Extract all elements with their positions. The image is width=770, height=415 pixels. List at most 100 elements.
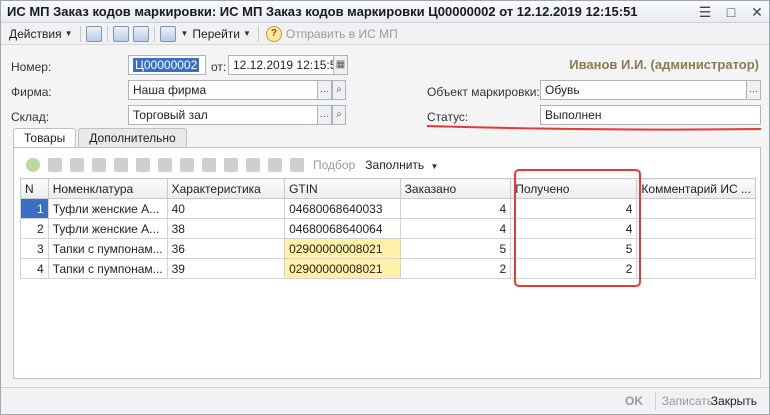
ellipsis-icon[interactable]: … xyxy=(747,80,761,100)
table-row[interactable]: 4 Тапки с пумпонам... 39 02900000008021 … xyxy=(20,258,756,279)
refresh-document-icon[interactable] xyxy=(132,25,149,42)
print-icon[interactable] xyxy=(159,25,176,42)
cell-characteristic[interactable]: 39 xyxy=(166,258,286,279)
warehouse-label: Склад: xyxy=(11,110,50,124)
close-icon[interactable]: ✕ xyxy=(749,4,765,20)
add-row-icon[interactable] xyxy=(26,158,40,172)
table-row[interactable]: 3 Тапки с пумпонам... 36 02900000008021 … xyxy=(20,238,756,259)
cell-nomenclature[interactable]: Туфли женские А... xyxy=(47,198,168,219)
delete-row-icon[interactable] xyxy=(92,158,106,172)
cell-nomenclature[interactable]: Туфли женские А... xyxy=(47,218,168,239)
actions-label: Действия xyxy=(9,26,62,41)
search-icon[interactable]: ⌕ xyxy=(332,80,346,100)
object-field[interactable]: Обувь xyxy=(540,80,747,100)
sort-desc-icon[interactable] xyxy=(202,158,216,172)
ok-button[interactable]: OK xyxy=(619,392,649,410)
document-icon[interactable] xyxy=(224,158,238,172)
chevron-down-icon: ▼ xyxy=(430,162,439,171)
cell-comment[interactable] xyxy=(636,218,756,239)
maximize-icon[interactable]: □ xyxy=(723,4,739,20)
ellipsis-icon[interactable]: … xyxy=(318,105,332,125)
tab-goods[interactable]: Товары xyxy=(13,128,77,148)
number-field[interactable]: Ц00000002 xyxy=(128,55,206,75)
column-header-characteristic[interactable]: Характеристика xyxy=(166,178,286,199)
status-field[interactable]: Выполнен xyxy=(540,105,761,125)
search-icon[interactable]: ⌕ xyxy=(332,105,346,125)
ellipsis-icon[interactable]: … xyxy=(318,80,332,100)
table-toolbar: Подбор Заполнить ▼ xyxy=(22,155,443,175)
table-row[interactable]: 1 Туфли женские А... 40 04680068640033 4… xyxy=(20,198,756,219)
cell-ordered[interactable]: 4 xyxy=(399,198,512,219)
goto-label: Перейти xyxy=(192,26,240,41)
number-value: Ц00000002 xyxy=(133,58,200,72)
edit-row-icon[interactable] xyxy=(70,158,84,172)
sort-asc-icon[interactable] xyxy=(180,158,194,172)
firm-field[interactable]: Наша фирма xyxy=(128,80,318,100)
question-icon: ? xyxy=(265,25,282,42)
menu-icon[interactable]: ☰ xyxy=(697,4,713,20)
chevron-down-icon: ▼ xyxy=(64,29,73,38)
window-controls: ☰ □ ✕ xyxy=(697,4,765,20)
document-window: ИС МП Заказ кодов маркировки: ИС МП Зака… xyxy=(0,0,770,415)
cell-n[interactable]: 4 xyxy=(20,258,49,279)
close-button[interactable]: Закрыть xyxy=(705,392,763,410)
end-edit-icon[interactable] xyxy=(114,158,128,172)
goto-menu[interactable]: Перейти ▼ xyxy=(188,24,254,44)
window-title: ИС МП Заказ кодов маркировки: ИС МП Зака… xyxy=(7,4,638,19)
object-label: Объект маркировки: xyxy=(427,85,540,99)
tab-additional[interactable]: Дополнительно xyxy=(78,128,187,148)
cell-nomenclature[interactable]: Тапки с пумпонам... xyxy=(47,258,168,279)
barcode-icon[interactable] xyxy=(290,158,304,172)
fill-button[interactable]: Заполнить ▼ xyxy=(365,158,438,172)
copy-row-icon[interactable] xyxy=(48,158,62,172)
cell-n[interactable]: 2 xyxy=(20,218,49,239)
cell-gtin[interactable]: 02900000008021 xyxy=(284,258,401,279)
cell-gtin[interactable]: 04680068640064 xyxy=(284,218,401,239)
column-header-ordered[interactable]: Заказано xyxy=(399,178,512,199)
goods-panel: Подбор Заполнить ▼ N Номенклатура Характ… xyxy=(13,147,761,379)
fill-label: Заполнить xyxy=(365,158,425,172)
print-icon[interactable] xyxy=(268,158,282,172)
table-view-icon[interactable] xyxy=(112,25,129,42)
cell-comment[interactable] xyxy=(636,198,756,219)
title-bar: ИС МП Заказ кодов маркировки: ИС МП Зака… xyxy=(1,1,769,23)
form-footer: OK Записать Закрыть xyxy=(1,387,769,413)
cell-n[interactable]: 1 xyxy=(20,198,49,219)
cell-comment[interactable] xyxy=(636,258,756,279)
cell-ordered[interactable]: 5 xyxy=(399,238,512,259)
goods-table: N Номенклатура Характеристика GTIN Заказ… xyxy=(20,178,756,279)
column-header-nomenclature[interactable]: Номенклатура xyxy=(47,178,168,199)
cell-gtin[interactable]: 04680068640033 xyxy=(284,198,401,219)
number-label: Номер: xyxy=(11,60,52,74)
date-field[interactable]: 12.12.2019 12:15:51 xyxy=(228,55,334,75)
cell-ordered[interactable]: 2 xyxy=(399,258,512,279)
cell-comment[interactable] xyxy=(636,238,756,259)
actions-menu[interactable]: Действия ▼ xyxy=(5,24,77,44)
firm-label: Фирма: xyxy=(11,85,52,99)
cell-gtin[interactable]: 02900000008021 xyxy=(284,238,401,259)
selection-button[interactable]: Подбор xyxy=(313,158,355,172)
cell-n[interactable]: 3 xyxy=(20,238,49,259)
cell-characteristic[interactable]: 38 xyxy=(166,218,286,239)
post-document-icon[interactable] xyxy=(85,25,102,42)
cell-characteristic[interactable]: 40 xyxy=(166,198,286,219)
send-label: Отправить в ИС МП xyxy=(285,26,398,41)
column-header-gtin[interactable]: GTIN xyxy=(284,178,401,199)
cell-nomenclature[interactable]: Тапки с пумпонам... xyxy=(47,238,168,259)
column-header-comment[interactable]: Комментарий ИС ... xyxy=(636,178,756,199)
send-to-is-mp-button[interactable]: ? Отправить в ИС МП xyxy=(262,24,402,44)
column-header-n[interactable]: N xyxy=(20,178,49,199)
cell-ordered[interactable]: 4 xyxy=(399,218,512,239)
chevron-down-icon[interactable]: ▼ xyxy=(181,29,189,38)
cell-characteristic[interactable]: 36 xyxy=(166,238,286,259)
red-underline-annotation xyxy=(427,125,761,131)
calendar-icon[interactable]: ▦ xyxy=(334,55,348,75)
clipboard-icon[interactable] xyxy=(246,158,260,172)
table-header-row: N Номенклатура Характеристика GTIN Заказ… xyxy=(20,178,756,199)
toolbar-separator xyxy=(257,25,259,42)
move-down-icon[interactable] xyxy=(158,158,172,172)
warehouse-field[interactable]: Торговый зал xyxy=(128,105,318,125)
received-column-highlight xyxy=(514,169,641,287)
table-row[interactable]: 2 Туфли женские А... 38 04680068640064 4… xyxy=(20,218,756,239)
move-up-icon[interactable] xyxy=(136,158,150,172)
